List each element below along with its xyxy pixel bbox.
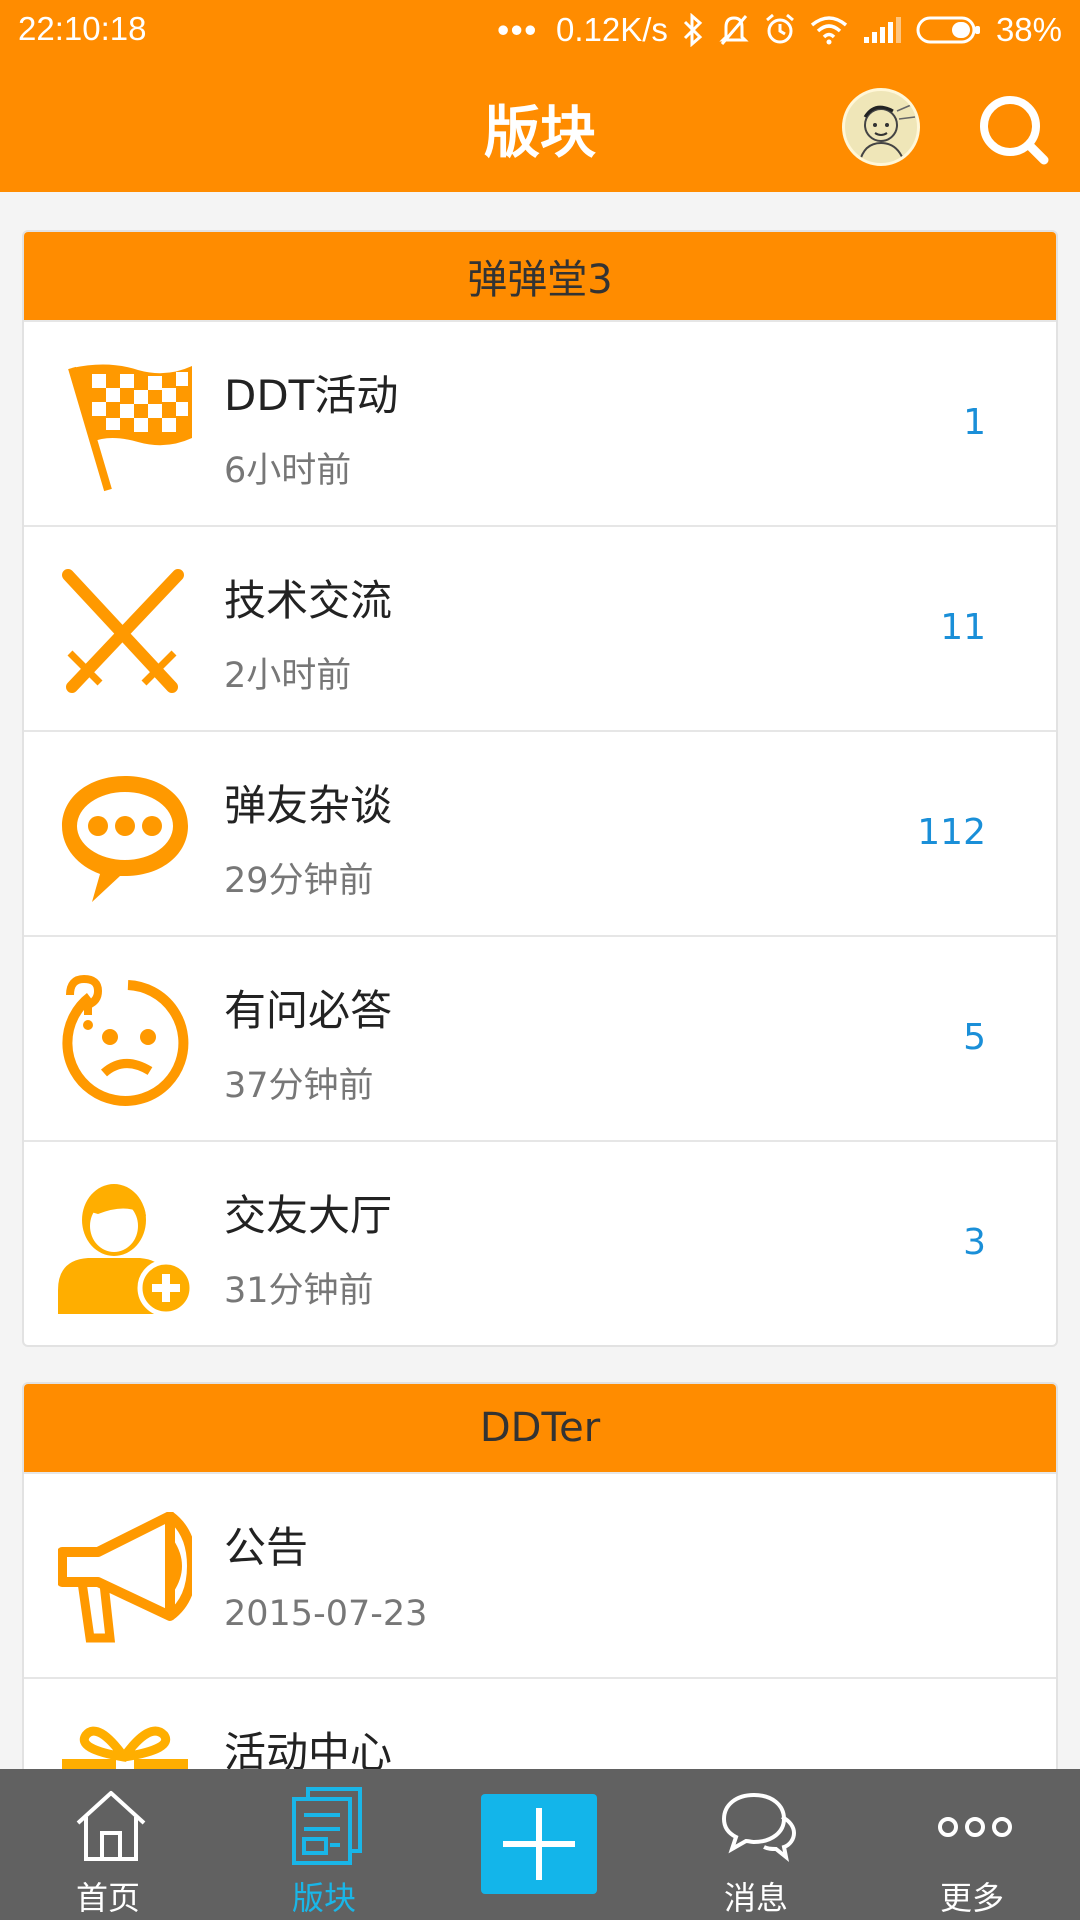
confused-face-icon xyxy=(62,975,189,1106)
search-button[interactable] xyxy=(978,90,1050,168)
megaphone-icon xyxy=(58,1512,192,1643)
section-ddt3: 弹弹堂3 DDT活动 6小时前 1 技术交流 2小时前 11 弹友杂谈 29分钟… xyxy=(22,230,1058,1347)
board-title: 有问必答 xyxy=(224,986,393,1035)
add-friend-icon xyxy=(58,1184,192,1314)
board-time: 6小时前 xyxy=(224,451,352,491)
home-icon xyxy=(76,1791,146,1861)
nav-boards[interactable]: 版块 xyxy=(216,1769,432,1920)
board-count: 1 xyxy=(963,402,986,443)
nav-label: 版块 xyxy=(291,1879,356,1917)
message-bubbles-icon xyxy=(721,1792,797,1862)
board-time: 29分钟前 xyxy=(224,861,374,901)
status-bar: 22:10:18 ••• 0.12K/s 38% xyxy=(0,0,1080,62)
plus-icon xyxy=(503,1808,575,1880)
nav-home[interactable]: 首页 xyxy=(0,1769,216,1920)
board-time: 2015-07-23 xyxy=(224,1594,428,1634)
battery-percent: 38% xyxy=(995,11,1062,48)
forum-board-icon xyxy=(292,1787,362,1865)
bluetooth-icon xyxy=(683,13,703,47)
board-time: 37分钟前 xyxy=(224,1066,374,1106)
add-post-button[interactable] xyxy=(481,1794,597,1894)
board-count: 112 xyxy=(917,812,986,853)
board-title: 技术交流 xyxy=(224,576,393,625)
alarm-icon xyxy=(765,13,794,44)
net-speed: 0.12K/s xyxy=(556,11,668,48)
board-item-qa[interactable]: 有问必答 37分钟前 5 xyxy=(24,935,1056,1140)
nav-more[interactable]: 更多 xyxy=(864,1769,1080,1920)
crossed-swords-icon xyxy=(62,569,184,693)
status-time: 22:10:18 xyxy=(18,10,147,47)
board-item-announcement[interactable]: 公告 2015-07-23 xyxy=(24,1472,1056,1677)
board-time: 2小时前 xyxy=(224,656,352,696)
nav-label: 消息 xyxy=(723,1879,788,1917)
status-icons: ••• 0.12K/s 38% xyxy=(497,8,1062,52)
top-bar: 22:10:18 ••• 0.12K/s 38% 版块 xyxy=(0,0,1080,192)
checkered-flag-icon xyxy=(68,364,192,492)
search-icon xyxy=(980,96,1049,165)
more-notifications-icon: ••• xyxy=(497,11,539,48)
section-header: 弹弹堂3 xyxy=(24,232,1056,320)
chat-bubble-icon xyxy=(62,776,188,902)
wifi-icon xyxy=(810,16,848,45)
board-title: 弹友杂谈 xyxy=(224,781,393,830)
board-item-chat[interactable]: 弹友杂谈 29分钟前 112 xyxy=(24,730,1056,935)
nav-label: 首页 xyxy=(75,1879,140,1917)
board-count: 11 xyxy=(940,607,986,648)
section-ddter: DDTer 公告 2015-07-23 活动中心 xyxy=(22,1382,1058,1802)
signal-icon xyxy=(863,17,901,43)
board-item-tech-exchange[interactable]: 技术交流 2小时前 11 xyxy=(24,525,1056,730)
board-count: 5 xyxy=(963,1017,986,1058)
board-time: 31分钟前 xyxy=(224,1271,374,1311)
board-title: 公告 xyxy=(224,1523,309,1572)
avatar[interactable] xyxy=(842,88,920,166)
nav-messages[interactable]: 消息 xyxy=(648,1769,864,1920)
more-dots-icon xyxy=(938,1817,1012,1837)
board-item-ddt-activity[interactable]: DDT活动 6小时前 1 xyxy=(24,320,1056,525)
battery-icon xyxy=(916,16,980,44)
board-item-friends-hall[interactable]: 交友大厅 31分钟前 3 xyxy=(24,1140,1056,1345)
section-header: DDTer xyxy=(24,1384,1056,1472)
board-count: 3 xyxy=(963,1222,986,1263)
mute-bell-icon xyxy=(719,15,749,45)
nav-label: 更多 xyxy=(939,1879,1004,1917)
board-title: 交友大厅 xyxy=(224,1191,393,1240)
board-title: DDT活动 xyxy=(224,371,399,420)
